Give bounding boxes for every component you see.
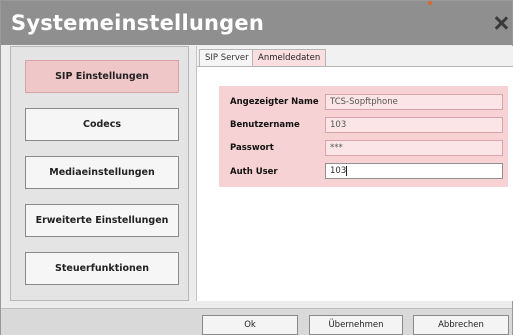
tab-anmeldedaten[interactable]: Anmeldedaten [252, 49, 327, 66]
label-passwort: Passwort [230, 143, 274, 153]
text-caret [346, 165, 348, 176]
nav-codecs[interactable]: Codecs [25, 108, 179, 141]
settings-window: Systemeinstellungen SIP Einstellungen Co… [0, 0, 513, 335]
username-field[interactable]: 103 [325, 117, 503, 133]
auth-user-field[interactable]: 103 [325, 163, 503, 179]
nav-erweiterte-einstellungen[interactable]: Erweiterte Einstellungen [25, 204, 179, 237]
label-angezeigter-name: Angezeigter Name [230, 97, 319, 107]
label-benutzername: Benutzername [230, 120, 300, 130]
tab-bar: SIP Server Anmeldedaten [197, 46, 513, 67]
window-title: Systemeinstellungen [11, 11, 264, 35]
nav-steuerfunktionen[interactable]: Steuerfunktionen [25, 252, 179, 285]
password-field[interactable]: *** [325, 140, 503, 156]
display-name-field[interactable]: TCS-Sopftphone [325, 94, 503, 110]
ok-button[interactable]: Ok [202, 315, 298, 335]
nav-mediaeinstellungen[interactable]: Mediaeinstellungen [25, 156, 179, 189]
indicator-dot [428, 1, 432, 5]
auth-user-value: 103 [330, 166, 347, 176]
nav-sip-einstellungen[interactable]: SIP Einstellungen [25, 60, 179, 93]
label-auth-user: Auth User [230, 167, 278, 177]
close-icon[interactable] [494, 15, 508, 31]
title-bar: Systemeinstellungen [1, 1, 512, 45]
cancel-button[interactable]: Abbrechen [413, 315, 509, 335]
apply-button[interactable]: Übernehmen [309, 315, 403, 335]
tab-sip-server[interactable]: SIP Server [199, 49, 255, 66]
